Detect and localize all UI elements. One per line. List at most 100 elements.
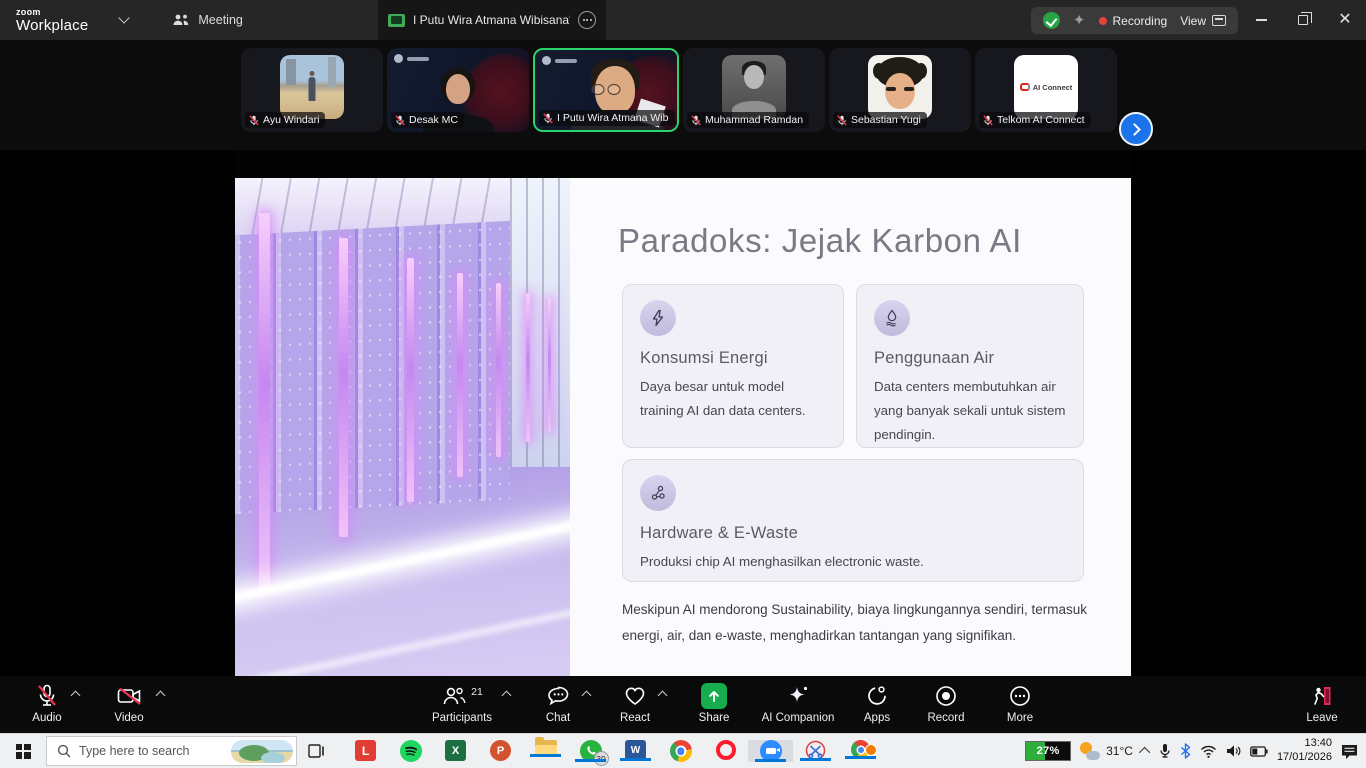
taskbar-app-file-explorer[interactable] — [523, 740, 568, 757]
tray-wifi-icon[interactable] — [1200, 745, 1217, 758]
participant-name: Desak MC — [409, 114, 458, 126]
participant-name-tag: I Putu Wira Atmana Wibis... — [539, 110, 675, 126]
search-highlight-image[interactable] — [231, 740, 293, 763]
search-icon — [57, 744, 71, 758]
participant-tile-telkom-ai-connect[interactable]: AI Connect Telkom AI Connect — [975, 48, 1117, 132]
heart-icon — [622, 684, 648, 708]
camera-muted-icon — [116, 684, 143, 708]
clock-widget[interactable]: 13:40 17/01/2026 — [1277, 737, 1332, 765]
taskbar-app-powerpoint[interactable]: P — [478, 740, 523, 761]
action-center-icon[interactable] — [1341, 744, 1358, 759]
view-button[interactable]: View — [1180, 14, 1226, 28]
participant-tile-i-putu-active-speaker[interactable]: I Putu Wira Atmana Wibis... — [533, 48, 679, 132]
tray-bluetooth-icon[interactable] — [1180, 743, 1191, 759]
slide-title: Paradoks: Jejak Karbon AI — [618, 222, 1022, 260]
tray-microphone-icon[interactable] — [1159, 743, 1171, 759]
mic-muted-icon — [249, 115, 259, 126]
close-button[interactable]: ✕ — [1324, 0, 1366, 40]
participant-name: Telkom AI Connect — [997, 114, 1085, 126]
taskbar-app-opera[interactable] — [703, 740, 748, 760]
taskbar-app-zoom[interactable] — [748, 740, 793, 762]
participant-tile-ayu-windari[interactable]: Ayu Windari — [241, 48, 383, 132]
tab-options-ellipsis-icon[interactable] — [578, 11, 596, 29]
avatar — [280, 55, 344, 119]
apps-button[interactable]: Apps — [839, 683, 915, 724]
leave-door-icon — [1309, 684, 1335, 708]
share-button[interactable]: Share — [676, 683, 752, 724]
taskbar-app-chrome-profile[interactable] — [838, 740, 883, 759]
chat-button[interactable]: Chat — [520, 683, 596, 724]
lightning-bolt-icon — [640, 300, 676, 336]
participants-button[interactable]: 21 Participants — [424, 683, 500, 724]
taskbar-app-annotation-tool[interactable] — [793, 740, 838, 761]
taskbar-app-l[interactable]: L — [343, 740, 388, 761]
security-shield-icon[interactable] — [1043, 12, 1060, 29]
tray-battery-icon[interactable] — [1250, 746, 1268, 757]
card-title: Hardware & E-Waste — [640, 524, 1066, 543]
system-tray: 27% 31°C 13:40 17/01/2026 — [1025, 737, 1366, 765]
card-body: Produksi chip AI menghasilkan electronic… — [640, 550, 1066, 574]
audio-button[interactable]: Audio — [9, 683, 85, 724]
chat-bubble-icon — [546, 684, 571, 708]
meeting-toolbar: Audio Video 21 Participants Chat — [0, 676, 1366, 733]
more-button[interactable]: More — [982, 683, 1058, 724]
record-button[interactable]: Record — [908, 683, 984, 724]
screen-share-icon — [388, 14, 405, 27]
chevron-right-icon — [1128, 123, 1141, 136]
video-label: Video — [114, 712, 143, 724]
audio-label: Audio — [32, 712, 61, 724]
ai-companion-button[interactable]: AI Companion — [760, 683, 836, 724]
taskbar-app-spotify[interactable] — [388, 740, 433, 762]
video-button[interactable]: Video — [91, 683, 167, 724]
minimize-button[interactable] — [1240, 0, 1282, 40]
leave-button[interactable]: Leave — [1284, 683, 1360, 724]
search-input[interactable] — [79, 744, 219, 758]
leave-label: Leave — [1306, 712, 1337, 724]
restore-icon — [1298, 15, 1308, 25]
taskbar-app-whatsapp[interactable]: 39 — [568, 740, 613, 762]
avatar-memoji — [868, 55, 932, 119]
next-participants-button[interactable] — [1119, 112, 1153, 146]
participant-tile-desak-mc[interactable]: Desak MC — [387, 48, 529, 132]
tray-volume-icon[interactable] — [1226, 744, 1241, 758]
start-button[interactable] — [0, 734, 46, 768]
participant-name-tag: Telkom AI Connect — [979, 112, 1091, 128]
l-app-icon: L — [355, 740, 376, 761]
battery-percentage-widget[interactable]: 27% — [1025, 741, 1071, 761]
taskbar-app-excel[interactable]: X — [433, 740, 478, 761]
more-label: More — [1007, 712, 1033, 724]
tray-expand-chevron[interactable] — [1139, 747, 1150, 758]
chevron-down-icon[interactable] — [119, 12, 130, 23]
taskbar-app-word[interactable]: W — [613, 740, 658, 761]
ai-companion-label: AI Companion — [762, 712, 835, 724]
people-icon — [172, 13, 190, 27]
participants-count-badge: 21 — [471, 686, 483, 698]
record-label: Record — [927, 712, 964, 724]
restore-button[interactable] — [1282, 0, 1324, 40]
tab-meeting[interactable]: Meeting — [172, 13, 242, 27]
tab-share-title: I Putu Wira Atmana Wibisana's sc — [413, 13, 570, 27]
react-button[interactable]: React — [597, 683, 673, 724]
recording-indicator[interactable]: Recording — [1099, 14, 1168, 28]
tab-screen-share[interactable]: I Putu Wira Atmana Wibisana's sc — [378, 0, 606, 40]
ai-sparkle-icon[interactable]: ✦ — [1073, 13, 1086, 28]
zoom-workplace-logo: zoom Workplace — [0, 7, 88, 34]
participants-options-chevron[interactable] — [502, 691, 512, 701]
participants-label: Participants — [432, 712, 492, 724]
react-label: React — [620, 712, 650, 724]
taskbar-app-chrome[interactable] — [658, 740, 703, 762]
scissors-annotation-icon — [805, 740, 826, 761]
participant-tile-sebastian-yugi[interactable]: Sebastian Yugi — [829, 48, 971, 132]
weather-widget[interactable]: 31°C — [1080, 742, 1133, 760]
mic-muted-icon — [837, 115, 847, 126]
task-view-icon — [308, 744, 325, 758]
taskbar-search[interactable] — [46, 736, 297, 766]
shared-screen-stage: Paradoks: Jejak Karbon AI Konsumsi Energ… — [0, 150, 1366, 676]
mic-muted-icon — [543, 113, 553, 124]
water-drop-icon — [874, 300, 910, 336]
participant-tile-muhammad-ramdan[interactable]: Muhammad Ramdan — [683, 48, 825, 132]
participant-name-tag: Desak MC — [391, 112, 464, 128]
card-konsumsi-energi: Konsumsi Energi Daya besar untuk model t… — [622, 284, 844, 448]
task-view-button[interactable] — [297, 734, 335, 768]
excel-icon: X — [445, 740, 466, 761]
